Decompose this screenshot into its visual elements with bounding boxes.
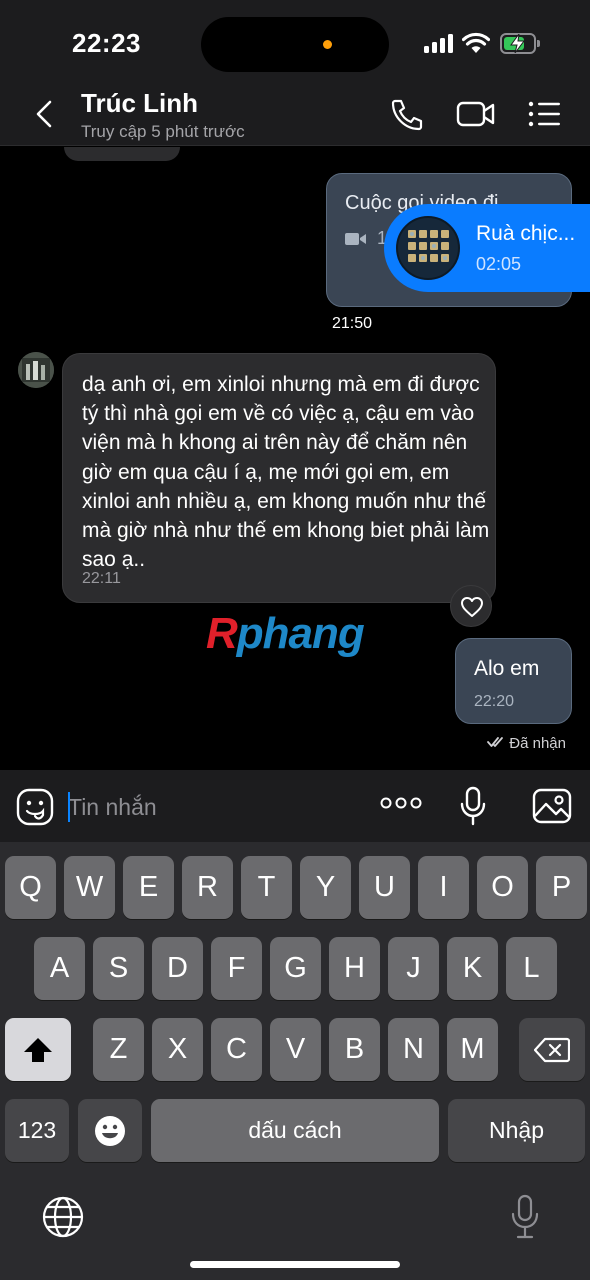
sent-message-time: 22:20	[474, 693, 515, 710]
privacy-indicator-dot	[323, 40, 332, 49]
shift-arrow-icon	[24, 1037, 52, 1062]
key-e[interactable]: E	[123, 856, 174, 919]
floating-music-player[interactable]: Ruà chịc... 02:05	[384, 204, 590, 292]
contact-avatar[interactable]	[18, 352, 54, 388]
more-options-icon[interactable]	[380, 796, 422, 810]
delivery-status-text: Đã nhận	[509, 735, 566, 752]
message-input[interactable]	[68, 788, 358, 826]
shift-key[interactable]	[5, 1018, 71, 1081]
phone-icon[interactable]	[386, 96, 426, 132]
mini-player-title: Ruà chịc...	[476, 222, 576, 245]
key-u[interactable]: U	[359, 856, 410, 919]
key-x[interactable]: X	[152, 1018, 203, 1081]
key-g[interactable]: G	[270, 937, 321, 1000]
emoji-key[interactable]	[78, 1099, 142, 1162]
emoji-face-icon	[95, 1115, 125, 1146]
album-thumbnail	[396, 216, 460, 280]
key-t[interactable]: T	[241, 856, 292, 919]
return-key[interactable]: Nhập	[448, 1099, 585, 1162]
key-j[interactable]: J	[388, 937, 439, 1000]
key-a[interactable]: A	[34, 937, 85, 1000]
globe-icon[interactable]	[42, 1196, 84, 1238]
cellular-signal-icon	[424, 33, 454, 53]
call-timestamp: 21:50	[332, 315, 373, 332]
dynamic-island	[201, 17, 389, 72]
key-v[interactable]: V	[270, 1018, 321, 1081]
message-list[interactable]: Cuộc gọi video đi 1 21:50 Ruà chịc... 02…	[0, 147, 590, 770]
mini-player-time: 02:05	[476, 254, 522, 274]
space-key[interactable]: dấu cách	[151, 1099, 439, 1162]
video-call-icon	[345, 233, 366, 245]
key-l[interactable]: L	[506, 937, 557, 1000]
key-p[interactable]: P	[536, 856, 587, 919]
status-bar: 22:23	[0, 0, 590, 86]
key-o[interactable]: O	[477, 856, 528, 919]
received-message-time: 22:11	[82, 570, 121, 587]
watermark-logo: Rphang	[206, 609, 365, 659]
sent-message-text: Alo em	[474, 657, 540, 680]
status-time: 22:23	[72, 28, 141, 58]
key-b[interactable]: B	[329, 1018, 380, 1081]
voice-record-icon[interactable]	[459, 786, 487, 826]
battery-icon	[500, 33, 540, 54]
contact-name[interactable]: Trúc Linh	[81, 88, 198, 119]
key-y[interactable]: Y	[300, 856, 351, 919]
video-camera-icon[interactable]	[456, 96, 496, 132]
key-k[interactable]: K	[447, 937, 498, 1000]
heart-icon	[461, 597, 483, 617]
watermark-part1: R	[206, 609, 238, 658]
key-f[interactable]: F	[211, 937, 262, 1000]
sent-message-bubble[interactable]: Alo em 22:20	[455, 638, 572, 724]
key-w[interactable]: W	[64, 856, 115, 919]
home-indicator[interactable]	[190, 1261, 400, 1268]
text-cursor	[68, 792, 70, 822]
key-s[interactable]: S	[93, 937, 144, 1000]
key-d[interactable]: D	[152, 937, 203, 1000]
wifi-icon	[462, 32, 490, 53]
received-message-bubble[interactable]: dạ anh ơi, em xinloi nhưng mà em đi được…	[62, 353, 496, 603]
key-i[interactable]: I	[418, 856, 469, 919]
double-check-icon	[487, 737, 504, 747]
image-picker-icon[interactable]	[532, 788, 572, 824]
dictation-mic-icon[interactable]	[510, 1194, 540, 1240]
key-c[interactable]: C	[211, 1018, 262, 1081]
backspace-icon	[534, 1037, 570, 1062]
menu-list-icon[interactable]	[526, 96, 566, 132]
key-n[interactable]: N	[388, 1018, 439, 1081]
watermark-part2: phang	[236, 609, 365, 658]
react-heart-button[interactable]	[450, 585, 492, 627]
backspace-key[interactable]	[519, 1018, 585, 1081]
contact-last-seen: Truy cập 5 phút trước	[81, 122, 245, 141]
received-message-text: dạ anh ơi, em xinloi nhưng mà em đi được…	[82, 373, 490, 572]
key-h[interactable]: H	[329, 937, 380, 1000]
numbers-key[interactable]: 123	[5, 1099, 69, 1162]
delivery-status: Đã nhận	[487, 735, 566, 752]
sticker-emoji-icon[interactable]	[16, 788, 54, 826]
message-composer	[0, 770, 590, 842]
key-m[interactable]: M	[447, 1018, 498, 1081]
key-z[interactable]: Z	[93, 1018, 144, 1081]
chat-header: Trúc Linh Truy cập 5 phút trước	[0, 86, 590, 146]
previous-message-bubble[interactable]	[64, 147, 180, 161]
key-r[interactable]: R	[182, 856, 233, 919]
key-q[interactable]: Q	[5, 856, 56, 919]
back-icon[interactable]	[30, 98, 60, 130]
on-screen-keyboard: Q W E R T Y U I O P A S D F G H J K L Z …	[0, 842, 590, 1280]
